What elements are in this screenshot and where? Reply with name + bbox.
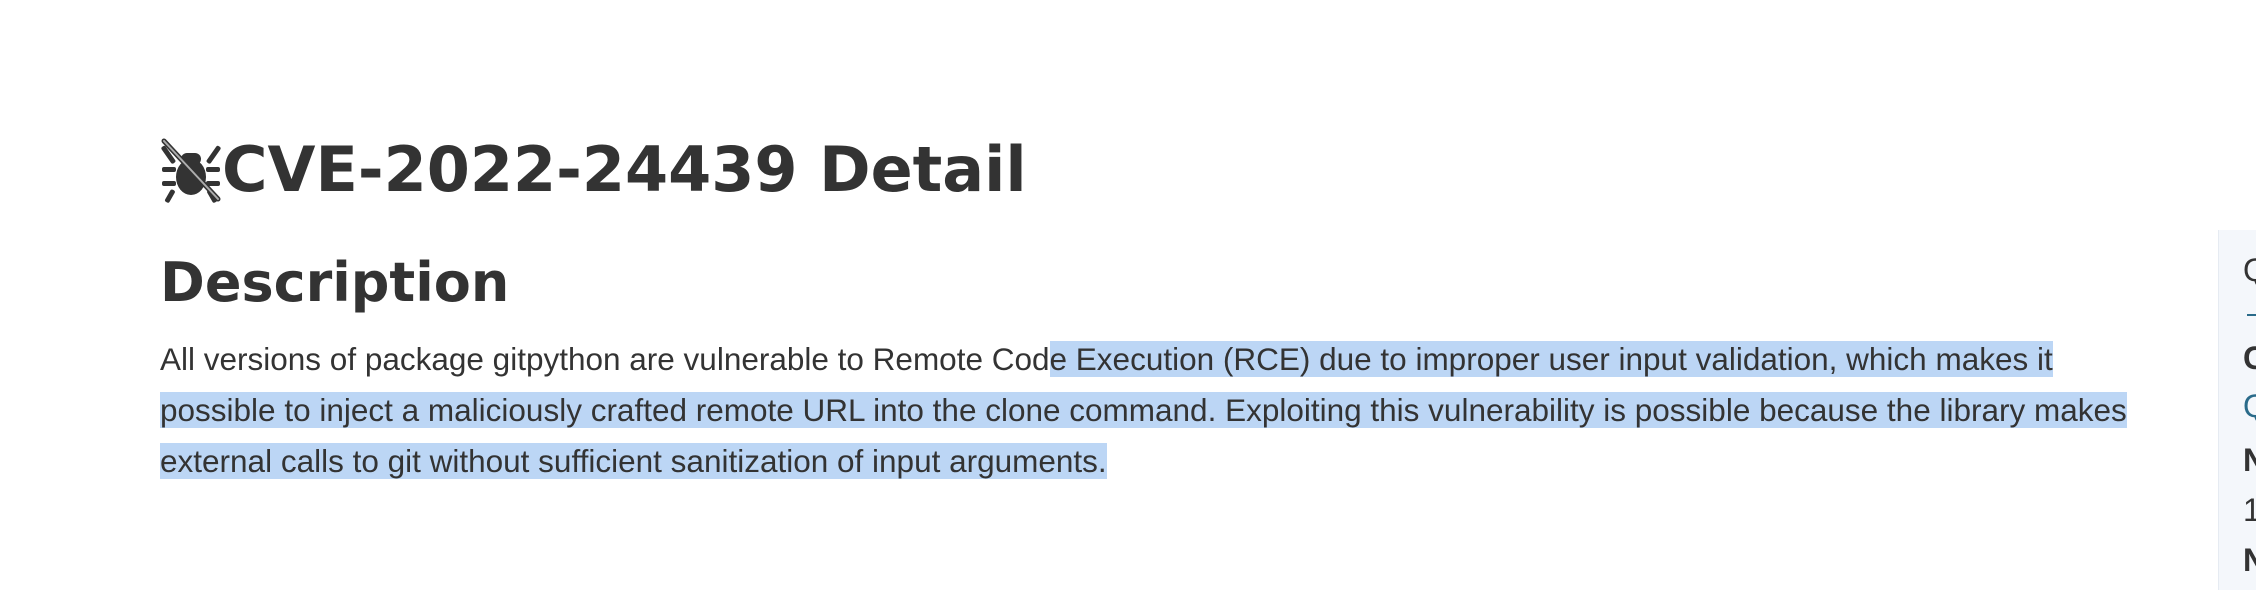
panel-glyph-1[interactable]: Q — [2243, 252, 2256, 289]
panel-tab-underline — [2247, 314, 2256, 316]
description-text-unselected: All versions of package gitpython are vu… — [160, 341, 1050, 377]
panel-glyph-4: N — [2243, 442, 2256, 478]
right-sidebar-panel: Q C Q N 1 N — [2218, 230, 2256, 590]
panel-glyph-6: N — [2243, 542, 2256, 578]
description-text[interactable]: All versions of package gitpython are vu… — [160, 334, 2160, 487]
page-title: CVE-2022-24439 Detail — [160, 130, 2160, 210]
main-content: CVE-2022-24439 Detail Description All ve… — [160, 130, 2160, 487]
panel-glyph-2: C — [2243, 340, 2256, 376]
panel-glyph-5: 1 — [2243, 492, 2256, 528]
panel-glyph-3[interactable]: Q — [2243, 388, 2256, 425]
bug-icon — [160, 137, 222, 203]
description-heading: Description — [160, 251, 510, 314]
page-title-text: CVE-2022-24439 Detail — [222, 133, 1027, 206]
